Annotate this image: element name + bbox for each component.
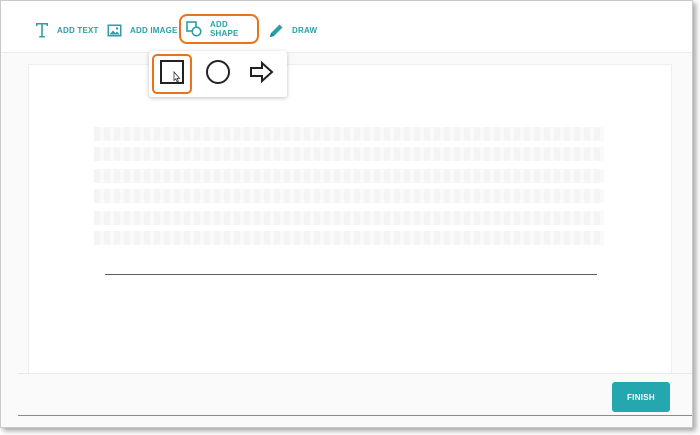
shape-menu bbox=[149, 51, 287, 97]
add-image-label: ADD IMAGE bbox=[130, 25, 178, 35]
document-canvas[interactable] bbox=[28, 64, 672, 384]
blurred-text-line bbox=[94, 169, 604, 183]
text-icon bbox=[35, 22, 49, 38]
toolbar: ADD TEXT ADD IMAGE ADD SHAPE DRAW bbox=[1, 1, 692, 53]
blurred-text-line bbox=[94, 127, 604, 141]
square-shape-option[interactable] bbox=[152, 54, 192, 94]
blurred-text-line bbox=[94, 147, 604, 161]
circle-shape-option[interactable] bbox=[198, 54, 238, 94]
finish-button[interactable]: FINISH bbox=[612, 382, 670, 412]
footer-bar: FINISH bbox=[18, 373, 692, 417]
editor-window: ADD TEXT ADD IMAGE ADD SHAPE DRAW FINISH bbox=[0, 0, 693, 428]
draw-label: DRAW bbox=[292, 25, 318, 35]
draw-button[interactable]: DRAW bbox=[269, 17, 317, 43]
shapes-icon bbox=[186, 21, 202, 37]
bottom-divider bbox=[18, 415, 692, 416]
blurred-text-line bbox=[94, 189, 604, 203]
blurred-text-line bbox=[94, 211, 604, 225]
circle-icon bbox=[205, 59, 231, 90]
add-shape-label: ADD SHAPE bbox=[210, 20, 239, 38]
add-text-label: ADD TEXT bbox=[57, 25, 99, 35]
signature-line bbox=[105, 274, 597, 275]
add-text-button[interactable]: ADD TEXT bbox=[35, 17, 99, 43]
add-image-button[interactable]: ADD IMAGE bbox=[107, 17, 178, 43]
arrow-shape-option[interactable] bbox=[242, 54, 282, 94]
pencil-icon bbox=[269, 23, 284, 38]
arrow-right-icon bbox=[249, 60, 275, 88]
add-shape-button[interactable]: ADD SHAPE bbox=[179, 14, 259, 44]
image-icon bbox=[107, 24, 122, 37]
blurred-text-line bbox=[94, 231, 604, 245]
square-icon bbox=[159, 59, 185, 90]
